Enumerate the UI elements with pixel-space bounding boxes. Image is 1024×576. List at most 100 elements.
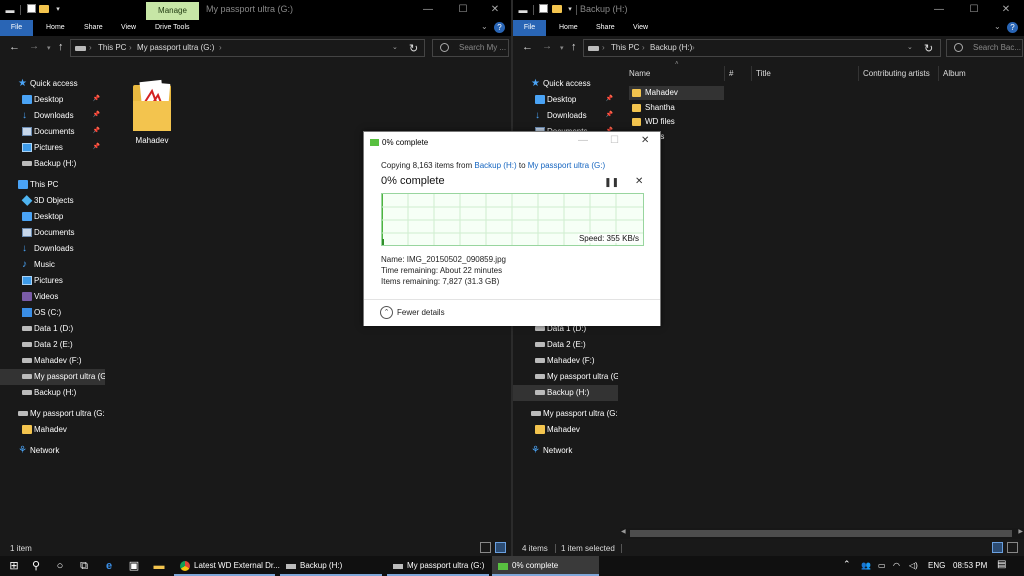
refresh-icon[interactable]: ↻: [924, 42, 933, 55]
horizontal-scrollbar[interactable]: ◀ ▶: [620, 528, 1024, 539]
nav-item-data-1-d[interactable]: Data 1 (D:): [0, 321, 105, 337]
help-icon[interactable]: ?: [494, 22, 505, 33]
close-button[interactable]: ✕: [480, 2, 510, 18]
back-button[interactable]: ←: [522, 41, 533, 53]
nav-item-desktop[interactable]: Desktop 📌: [0, 92, 105, 108]
title-bar[interactable]: ▬ ▾ Backup (H:) — ☐ ✕: [513, 0, 1024, 20]
taskbar-app-2[interactable]: Backup (H:): [280, 556, 382, 576]
large-icons-view-icon[interactable]: [495, 542, 506, 553]
nav-item-quick-access[interactable]: ★ Quick access: [513, 76, 618, 92]
forward-button[interactable]: →: [29, 41, 39, 52]
scroll-left-icon[interactable]: ◀: [621, 528, 626, 535]
quick-access-dropdown-icon[interactable]: ▾: [52, 4, 64, 16]
show-hidden-icons[interactable]: ⌃: [843, 559, 851, 570]
back-button[interactable]: ←: [9, 41, 20, 53]
nav-item-os-c[interactable]: OS (C:): [0, 305, 105, 321]
manage-tab[interactable]: Manage: [146, 2, 199, 20]
nav-item-documents[interactable]: Documents: [0, 225, 105, 241]
tab-home[interactable]: Home: [559, 20, 578, 36]
minimize-button[interactable]: —: [578, 135, 588, 146]
store-icon[interactable]: ▣: [127, 559, 141, 573]
minimize-button[interactable]: —: [413, 2, 443, 18]
tab-view[interactable]: View: [633, 20, 648, 36]
tab-file[interactable]: File: [513, 20, 546, 36]
recent-locations-icon[interactable]: ▾: [560, 44, 564, 52]
address-dropdown-icon[interactable]: ⌄: [392, 43, 398, 51]
address-dropdown-icon[interactable]: ⌄: [907, 43, 913, 51]
expand-ribbon-icon[interactable]: ⌄: [994, 22, 1001, 31]
up-button[interactable]: ↑: [58, 41, 64, 53]
nav-item-backup-h[interactable]: Backup (H:): [513, 385, 618, 401]
volume-icon[interactable]: ◁): [909, 561, 918, 570]
tab-file[interactable]: File: [0, 20, 33, 36]
clock[interactable]: 08:53 PM: [953, 561, 987, 570]
nav-item-mahadev-f[interactable]: Mahadev (F:): [513, 353, 618, 369]
new-folder-icon[interactable]: [551, 4, 563, 16]
nav-item-network[interactable]: ⚘ Network: [0, 443, 105, 459]
minimize-button[interactable]: —: [924, 2, 954, 18]
source-link[interactable]: Backup (H:): [474, 161, 516, 170]
task-view-icon[interactable]: ⧉: [77, 559, 91, 573]
quick-access-dropdown-icon[interactable]: ▾: [564, 4, 576, 16]
taskbar-app-4[interactable]: 0% complete: [492, 556, 599, 576]
nav-item-3d-objects[interactable]: 3D Objects: [0, 193, 105, 209]
scroll-right-icon[interactable]: ▶: [1018, 528, 1023, 535]
nav-item-my-passport-ultra-g[interactable]: My passport ultra (G:): [0, 406, 107, 422]
dialog-title-bar[interactable]: 0% complete — ☐ ✕: [364, 132, 660, 154]
column-header-album[interactable]: Album: [939, 66, 1024, 81]
maximize-button[interactable]: ☐: [959, 2, 989, 18]
new-folder-icon[interactable]: [38, 4, 50, 16]
nav-item-downloads[interactable]: ↓ Downloads 📌: [513, 108, 618, 124]
nav-item-pictures[interactable]: Pictures 📌: [0, 140, 105, 156]
nav-item-desktop[interactable]: Desktop 📌: [513, 92, 618, 108]
people-icon[interactable]: 👥: [861, 561, 871, 570]
start-icon[interactable]: ⊞: [7, 559, 21, 573]
breadcrumb-this-pc[interactable]: This PC: [98, 43, 126, 52]
chevron-up-icon[interactable]: ⌃: [380, 306, 393, 319]
nav-item-my-passport-ultra-g[interactable]: My passport ultra (G:): [513, 406, 620, 422]
nav-item-pictures[interactable]: Pictures: [0, 273, 105, 289]
file-explorer-icon[interactable]: ▬: [152, 559, 166, 573]
large-icons-view-icon[interactable]: [1007, 542, 1018, 553]
up-button[interactable]: ↑: [571, 41, 577, 53]
tab-view[interactable]: View: [121, 20, 136, 36]
nav-item-music[interactable]: ♪ Music: [0, 257, 105, 273]
title-bar[interactable]: ▬ ▾ Manage My passport ultra (G:) — ☐ ✕: [0, 0, 511, 20]
search-input[interactable]: Search Bac...: [973, 43, 1021, 52]
search-input[interactable]: Search My ...: [459, 43, 506, 52]
nav-item-downloads[interactable]: ↓ Downloads: [0, 241, 105, 257]
nav-item-documents[interactable]: Documents 📌: [0, 124, 105, 140]
nav-item-mahadev-f[interactable]: Mahadev (F:): [0, 353, 105, 369]
nav-item-my-passport-ultra-g[interactable]: My passport ultra (G:): [513, 369, 624, 385]
recent-locations-icon[interactable]: ▾: [47, 44, 51, 52]
help-icon[interactable]: ?: [1007, 22, 1018, 33]
folder-tile[interactable]: Mahadev: [122, 75, 182, 150]
address-bar[interactable]: › This PC › My passport ultra (G:) › ⌄ ↻: [70, 39, 425, 57]
refresh-icon[interactable]: ↻: [409, 42, 418, 55]
breadcrumb-drive[interactable]: Backup (H:): [650, 43, 692, 52]
nav-item-data-2-e[interactable]: Data 2 (E:): [0, 337, 105, 353]
column-header-name[interactable]: Name: [625, 66, 725, 81]
nav-item-videos[interactable]: Videos: [0, 289, 105, 305]
column-header-title[interactable]: Title: [752, 66, 859, 81]
tab-share[interactable]: Share: [596, 20, 615, 36]
tab-drive-tools[interactable]: Drive Tools: [155, 20, 190, 36]
expand-ribbon-icon[interactable]: ⌄: [481, 22, 488, 31]
nav-item-mahadev[interactable]: Mahadev: [513, 422, 618, 438]
action-center-icon[interactable]: ▤: [997, 559, 1006, 570]
search-box[interactable]: Search Bac...: [946, 39, 1023, 57]
table-row[interactable]: Mahadev: [629, 86, 724, 100]
nav-item-data-2-e[interactable]: Data 2 (E:): [513, 337, 618, 353]
column-header-contributing-artists[interactable]: Contributing artists: [859, 66, 939, 81]
close-button[interactable]: ✕: [991, 2, 1021, 18]
nav-item-desktop[interactable]: Desktop: [0, 209, 105, 225]
properties-icon[interactable]: [537, 4, 549, 16]
search-box[interactable]: Search My ...: [432, 39, 509, 57]
nav-item-downloads[interactable]: ↓ Downloads 📌: [0, 108, 105, 124]
properties-icon[interactable]: [25, 4, 37, 16]
pause-icon[interactable]: ❚❚: [604, 177, 619, 188]
nav-item-network[interactable]: ⚘ Network: [513, 443, 618, 459]
taskbar-app-1[interactable]: Latest WD External Dr...: [174, 556, 280, 576]
column-header-number[interactable]: #: [725, 66, 752, 81]
maximize-button[interactable]: ☐: [610, 135, 619, 146]
